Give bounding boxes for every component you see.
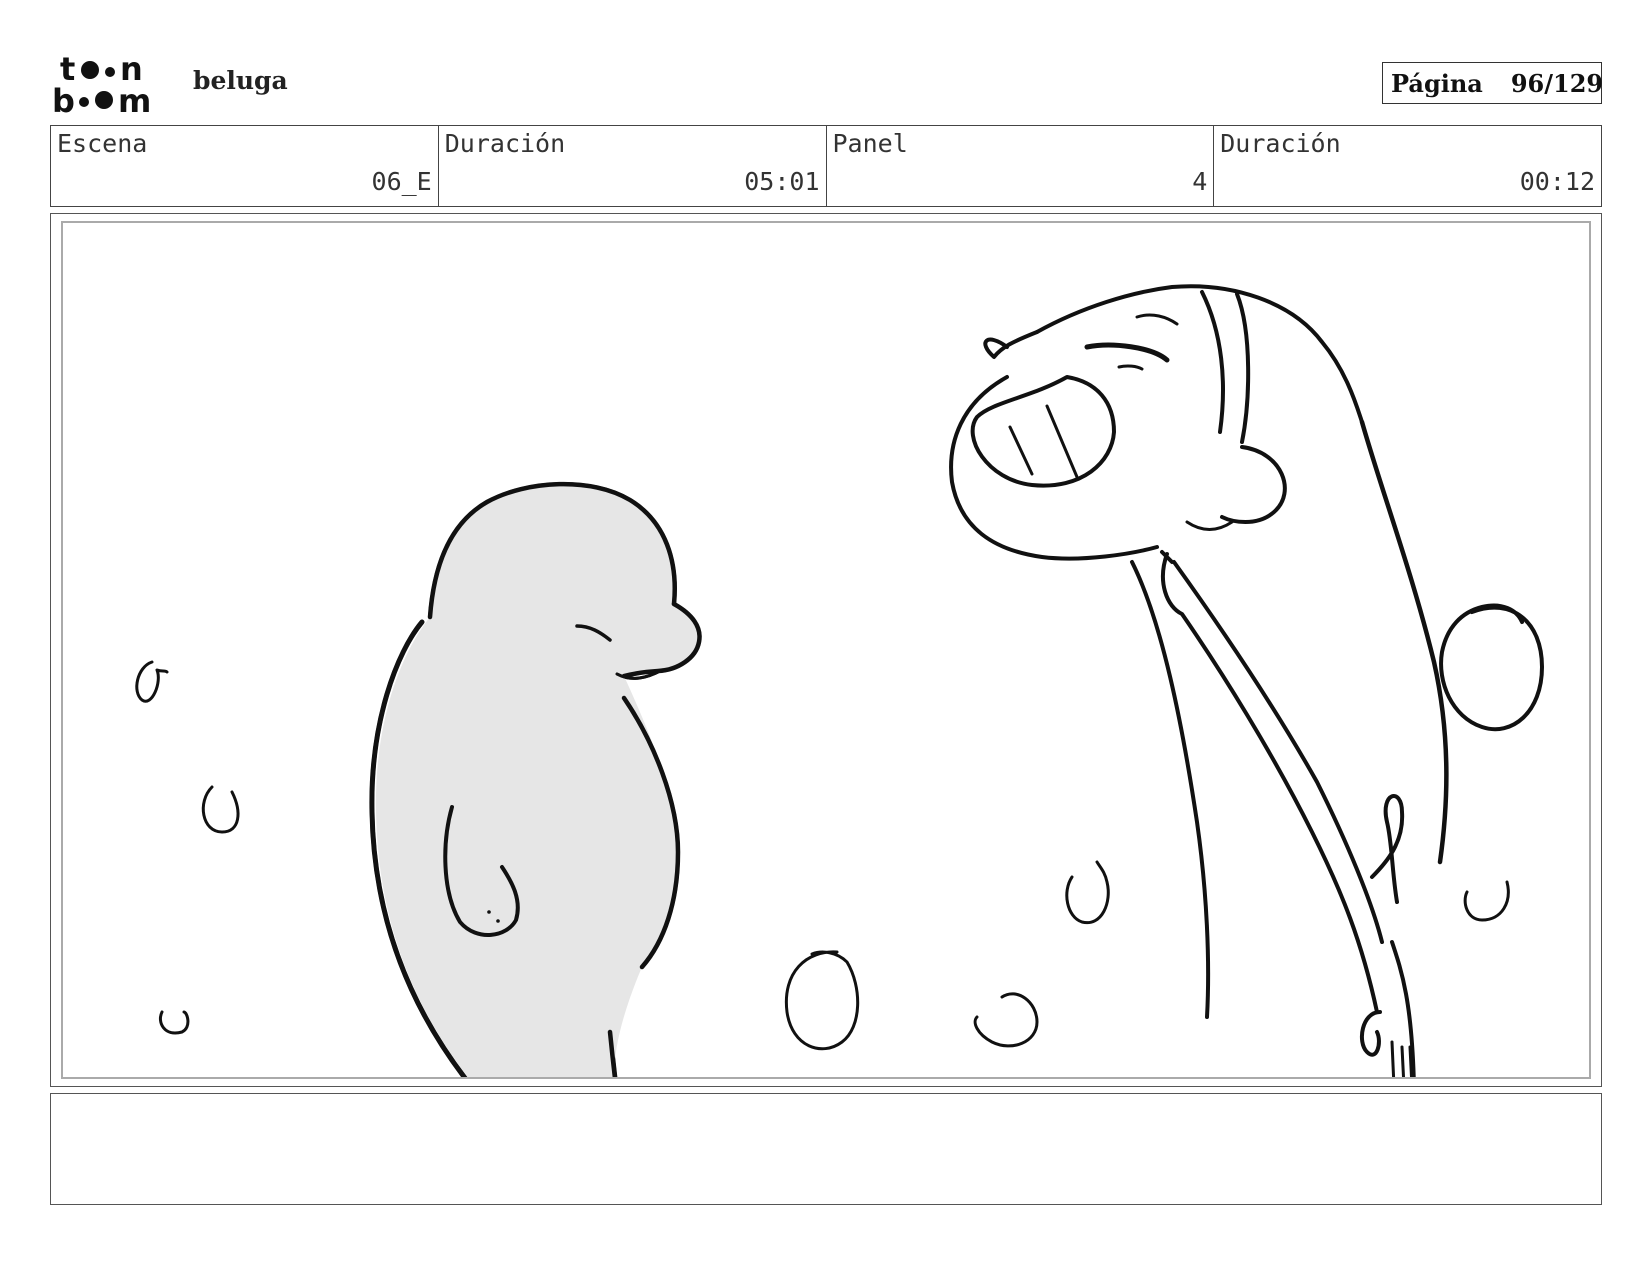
panel-notes-area (50, 1093, 1602, 1205)
storyboard-sketch (135, 284, 1544, 1077)
svg-text:m: m (118, 82, 151, 116)
page-indicator: Página 96/129 (1382, 62, 1604, 104)
beluga-fill (375, 484, 700, 1077)
scene-duration-label: Duración (444, 129, 566, 158)
svg-text:b: b (52, 82, 75, 116)
panel-cell: Panel 4 (827, 126, 1215, 206)
project-name: beluga (193, 66, 288, 95)
panel-value: 4 (1192, 167, 1208, 196)
panel-label: Panel (832, 129, 908, 158)
page-number: 96/129 (1510, 68, 1604, 98)
panel-duration-cell: Duración 00:12 (1214, 126, 1601, 206)
panel-duration-value: 00:12 (1519, 167, 1595, 196)
panel-drawing-area (61, 221, 1591, 1079)
scene-duration-cell: Duración 05:01 (439, 126, 827, 206)
panel-info-bar: Escena 06_E Duración 05:01 Panel 4 Durac… (50, 125, 1602, 207)
page-label: Página (1391, 68, 1483, 98)
scene-cell: Escena 06_E (51, 126, 439, 206)
scene-label: Escena (57, 129, 148, 158)
scene-value: 06_E (371, 167, 432, 196)
toon-boom-logo: t n b m (52, 52, 151, 116)
panel-duration-label: Duración (1220, 129, 1341, 158)
scene-duration-value: 05:01 (744, 167, 820, 196)
